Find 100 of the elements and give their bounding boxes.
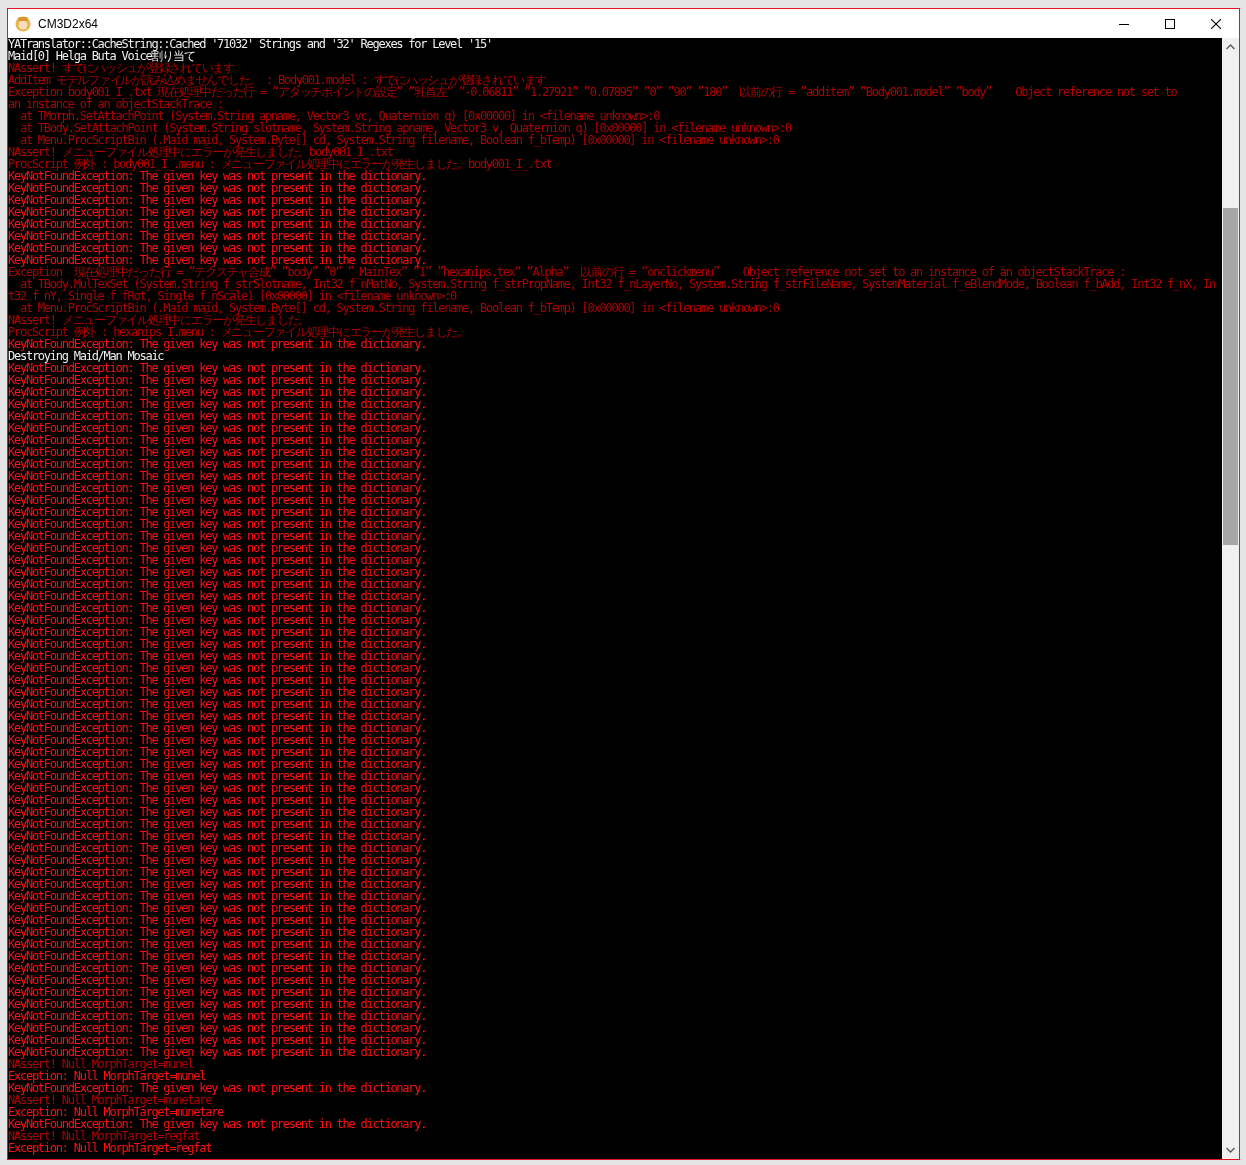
log-line: KeyNotFoundException: The given key was not present in the dictionary.: [8, 590, 428, 602]
log-line: KeyNotFoundException: The given key was not present in the dictionary.: [8, 626, 428, 638]
scroll-down-icon[interactable]: [1226, 1147, 1235, 1153]
log-line: KeyNotFoundException: The given key was not present in the dictionary.: [8, 230, 428, 242]
log-line: KeyNotFoundException: The given key was not present in the dictionary.: [8, 674, 428, 686]
log-line: KeyNotFoundException: The given key was not present in the dictionary.: [8, 1082, 428, 1094]
log-line: t32 f_nY, Single f_fRot, Single f_nScale) [0x00000] in <filename unknown>:0: [8, 290, 457, 302]
log-line: NAssert! メニューファイル処理中にエラーが発生しました。body001_I_.txt: [8, 146, 393, 158]
log-line: KeyNotFoundException: The given key was not present in the dictionary.: [8, 458, 428, 470]
log-line: KeyNotFoundException: The given key was not present in the dictionary.: [8, 938, 428, 950]
log-line: ProcScript 例外 : body001_I_.menu : メニューファイル処理中にエラーが発生しました。body001_I_.txt: [8, 158, 553, 170]
log-line: NAssert! Null MorphTarget=regfat: [8, 1130, 200, 1142]
log-line: KeyNotFoundException: The given key was not present in the dictionary.: [8, 698, 428, 710]
log-line: KeyNotFoundException: The given key was not present in the dictionary.: [8, 650, 428, 662]
log-line: KeyNotFoundException: The given key was not present in the dictionary.: [8, 398, 428, 410]
log-line: KeyNotFoundException: The given key was not present in the dictionary.: [8, 578, 428, 590]
log-line: KeyNotFoundException: The given key was not present in the dictionary.: [8, 662, 428, 674]
close-icon: [1211, 18, 1221, 29]
log-line: KeyNotFoundException: The given key was not present in the dictionary.: [8, 362, 428, 374]
log-line: AddItem モデルファイルが読み込めませんでした。 : Body001.model : すでにハッシュが登録されています: [8, 74, 546, 86]
log-line: Maid[0] Helga Buta Voice割り当て: [8, 50, 195, 62]
log-line: KeyNotFoundException: The given key was not present in the dictionary.: [8, 602, 428, 614]
log-line: KeyNotFoundException: The given key was not present in the dictionary.: [8, 902, 428, 914]
log-line: Destroying Maid/Man Mosaic: [8, 350, 164, 362]
log-line: KeyNotFoundException: The given key was not present in the dictionary.: [8, 1118, 428, 1130]
log-line: KeyNotFoundException: The given key was not present in the dictionary.: [8, 170, 427, 182]
log-line: NAssert! すでにハッシュが登録されています: [8, 62, 235, 74]
log-line: KeyNotFoundException: The given key was not present in the dictionary.: [8, 518, 428, 530]
log-line: KeyNotFoundException: The given key was not present in the dictionary.: [8, 914, 428, 926]
log-line: NAssert! Null MorphTarget=munel: [8, 1058, 194, 1070]
window-title: CM3D2x64: [38, 16, 99, 31]
log-line: KeyNotFoundException: The given key was not present in the dictionary.: [8, 878, 428, 890]
log-line: YATranslator::CacheString::Cached '71032' Strings and '32' Regexes for Level '15': [8, 38, 493, 50]
log-line: KeyNotFoundException: The given key was not present in the dictionary.: [8, 746, 428, 758]
log-line: KeyNotFoundException: The given key was not present in the dictionary.: [8, 482, 428, 494]
log-line: KeyNotFoundException: The given key was not present in the dictionary.: [8, 866, 428, 878]
log-line: Exception: Null MorphTarget=munel: [8, 1070, 206, 1082]
log-line: KeyNotFoundException: The given key was not present in the dictionary.: [8, 854, 428, 866]
scrollbar-thumb[interactable]: [1223, 208, 1238, 545]
log-line: KeyNotFoundException: The given key was not present in the dictionary.: [8, 722, 428, 734]
log-line: Exception: Null MorphTarget=munetare: [8, 1106, 225, 1118]
log-line: Exception: Null MorphTarget=regfat: [8, 1142, 213, 1154]
log-line: KeyNotFoundException: The given key was not present in the dictionary.: [8, 1046, 428, 1058]
log-line: KeyNotFoundException: The given key was not present in the dictionary.: [8, 566, 428, 578]
log-line: KeyNotFoundException: The given key was not present in the dictionary.: [8, 194, 428, 206]
log-line: KeyNotFoundException: The given key was not present in the dictionary.: [8, 890, 428, 902]
log-line: KeyNotFoundException: The given key was not present in the dictionary.: [8, 950, 428, 962]
log-line: KeyNotFoundException: The given key was not present in the dictionary.: [8, 242, 428, 254]
log-line: KeyNotFoundException: The given key was not present in the dictionary.: [8, 470, 428, 482]
log-line: KeyNotFoundException: The given key was not present in the dictionary.: [8, 386, 428, 398]
log-line: KeyNotFoundException: The given key was not present in the dictionary.: [8, 818, 428, 830]
scrollbar[interactable]: [1222, 38, 1239, 1159]
log-line: KeyNotFoundException: The given key was not present in the dictionary.: [8, 542, 428, 554]
log-line: KeyNotFoundException: The given key was not present in the dictionary.: [8, 986, 428, 998]
log-line: KeyNotFoundException: The given key was not present in the dictionary.: [8, 506, 428, 518]
log-line: KeyNotFoundException: The given key was not present in the dictionary.: [8, 842, 428, 854]
log-line: at TMorph.SetAttachPoint (System.String apname, Vector3 vc, Quaternion q) [0x00000] in <filename unknown>:0: [18, 110, 660, 122]
log-line: at Menu.ProcScriptBin (.Maid maid, System.Byte[] cd, System.String filename, Boolean f_bTemp) [0x00000] in <filename unknown>:0: [18, 134, 781, 146]
log-line: KeyNotFoundException: The given key was not present in the dictionary.: [8, 218, 428, 230]
log-line: KeyNotFoundException: The given key was not present in the dictionary.: [8, 686, 428, 698]
log-line: KeyNotFoundException: The given key was not present in the dictionary.: [8, 422, 428, 434]
log-line: KeyNotFoundException: The given key was not present in the dictionary.: [8, 1034, 428, 1046]
log-line: KeyNotFoundException: The given key was not present in the dictionary.: [8, 206, 428, 218]
log-line: an instance of an objectStackTrace :: [8, 98, 224, 110]
log-line: KeyNotFoundException: The given key was not present in the dictionary.: [8, 758, 428, 770]
log-line: Exception body001_I_.txt 現在処理中だった行 = ”アタッチポイントの設定” ”乳首左” ”-0.06811” ”1.27921” ”0.07895” ”0” ”90” ”180” 以前の行 = ”additem” ”Body001.model” ”body” Object reference not set to: [8, 86, 1178, 98]
log-line: KeyNotFoundException: The given key was not present in the dictionary.: [8, 374, 428, 386]
log-line: KeyNotFoundException: The given key was not present in the dictionary.: [8, 494, 428, 506]
log-line: KeyNotFoundException: The given key was not present in the dictionary.: [8, 1022, 428, 1034]
log-line: KeyNotFoundException: The given key was not present in the dictionary.: [8, 974, 428, 986]
log-line: at TBody.SetAttachPoint (System.String slotname, System.String apname, Vector3 v, Quaternion q) [0x00000] in <filename unknown>:0: [18, 122, 793, 134]
app-icon: [15, 15, 31, 32]
log-line: KeyNotFoundException: The given key was not present in the dictionary.: [8, 1010, 428, 1022]
log-line: KeyNotFoundException: The given key was not present in the dictionary.: [8, 410, 428, 422]
log-line: NAssert! メニューファイル処理中にエラーが発生しました。: [8, 314, 310, 326]
maximize-icon: [1165, 18, 1175, 29]
log-line: KeyNotFoundException: The given key was not present in the dictionary.: [8, 638, 428, 650]
log-line: KeyNotFoundException: The given key was not present in the dictionary.: [8, 710, 428, 722]
log-line: KeyNotFoundException: The given key was not present in the dictionary.: [8, 734, 428, 746]
log-line: KeyNotFoundException: The given key was not present in the dictionary.: [8, 446, 428, 458]
log-line: KeyNotFoundException: The given key was not present in the dictionary.: [8, 530, 428, 542]
log-line: KeyNotFoundException: The given key was not present in the dictionary.: [8, 554, 428, 566]
log-line: at Menu.ProcScriptBin (.Maid maid, System.Byte[] cd, System.String filename, Boolean f_bTemp) [0x00000] in <filename unknown>:0: [18, 302, 781, 314]
log-line: KeyNotFoundException: The given key was not present in the dictionary.: [8, 926, 428, 938]
scroll-up-icon[interactable]: [1226, 44, 1235, 50]
log-line: NAssert! Null MorphTarget=munetare: [8, 1094, 212, 1106]
log-line: KeyNotFoundException: The given key was not present in the dictionary.: [8, 962, 428, 974]
log-line: KeyNotFoundException: The given key was not present in the dictionary.: [8, 794, 428, 806]
log-line: KeyNotFoundException: The given key was not present in the dictionary.: [8, 614, 428, 626]
log-line: KeyNotFoundException: The given key was not present in the dictionary.: [8, 182, 428, 194]
log-line: KeyNotFoundException: The given key was not present in the dictionary.: [8, 782, 428, 794]
log-line: at TBody.MulTexSet (System.String f_strSlotname, Int32 f_nMatNo, System.String f_strPropName, Int32 f_nLayerNo, System.String f_strFileName, SystemMaterial f_eBlendMode, Boolean f_bAdd, Int32 f_nX, In: [19, 278, 1217, 290]
log-line: KeyNotFoundException: The given key was not present in the dictionary.: [8, 806, 428, 818]
log-line: KeyNotFoundException: The given key was not present in the dictionary.: [8, 830, 428, 842]
log-line: KeyNotFoundException: The given key was not present in the dictionary.: [8, 254, 427, 266]
log-line: Exception 現在処理中だった行 = ”テクスチャ合成” ”body” ”0” ”_MainTex” ”1” ”hexanips.tex” ”Alpha” 以前の行 = ”onclickmenu” Object reference not set to an instance of an objectStackTrace :: [8, 266, 1127, 278]
log-line: KeyNotFoundException: The given key was not present in the dictionary.: [8, 998, 428, 1010]
log-line: KeyNotFoundException: The given key was not present in the dictionary.: [8, 770, 428, 782]
log-line: KeyNotFoundException: The given key was not present in the dictionary.: [8, 338, 427, 350]
log-line: KeyNotFoundException: The given key was not present in the dictionary.: [8, 434, 428, 446]
